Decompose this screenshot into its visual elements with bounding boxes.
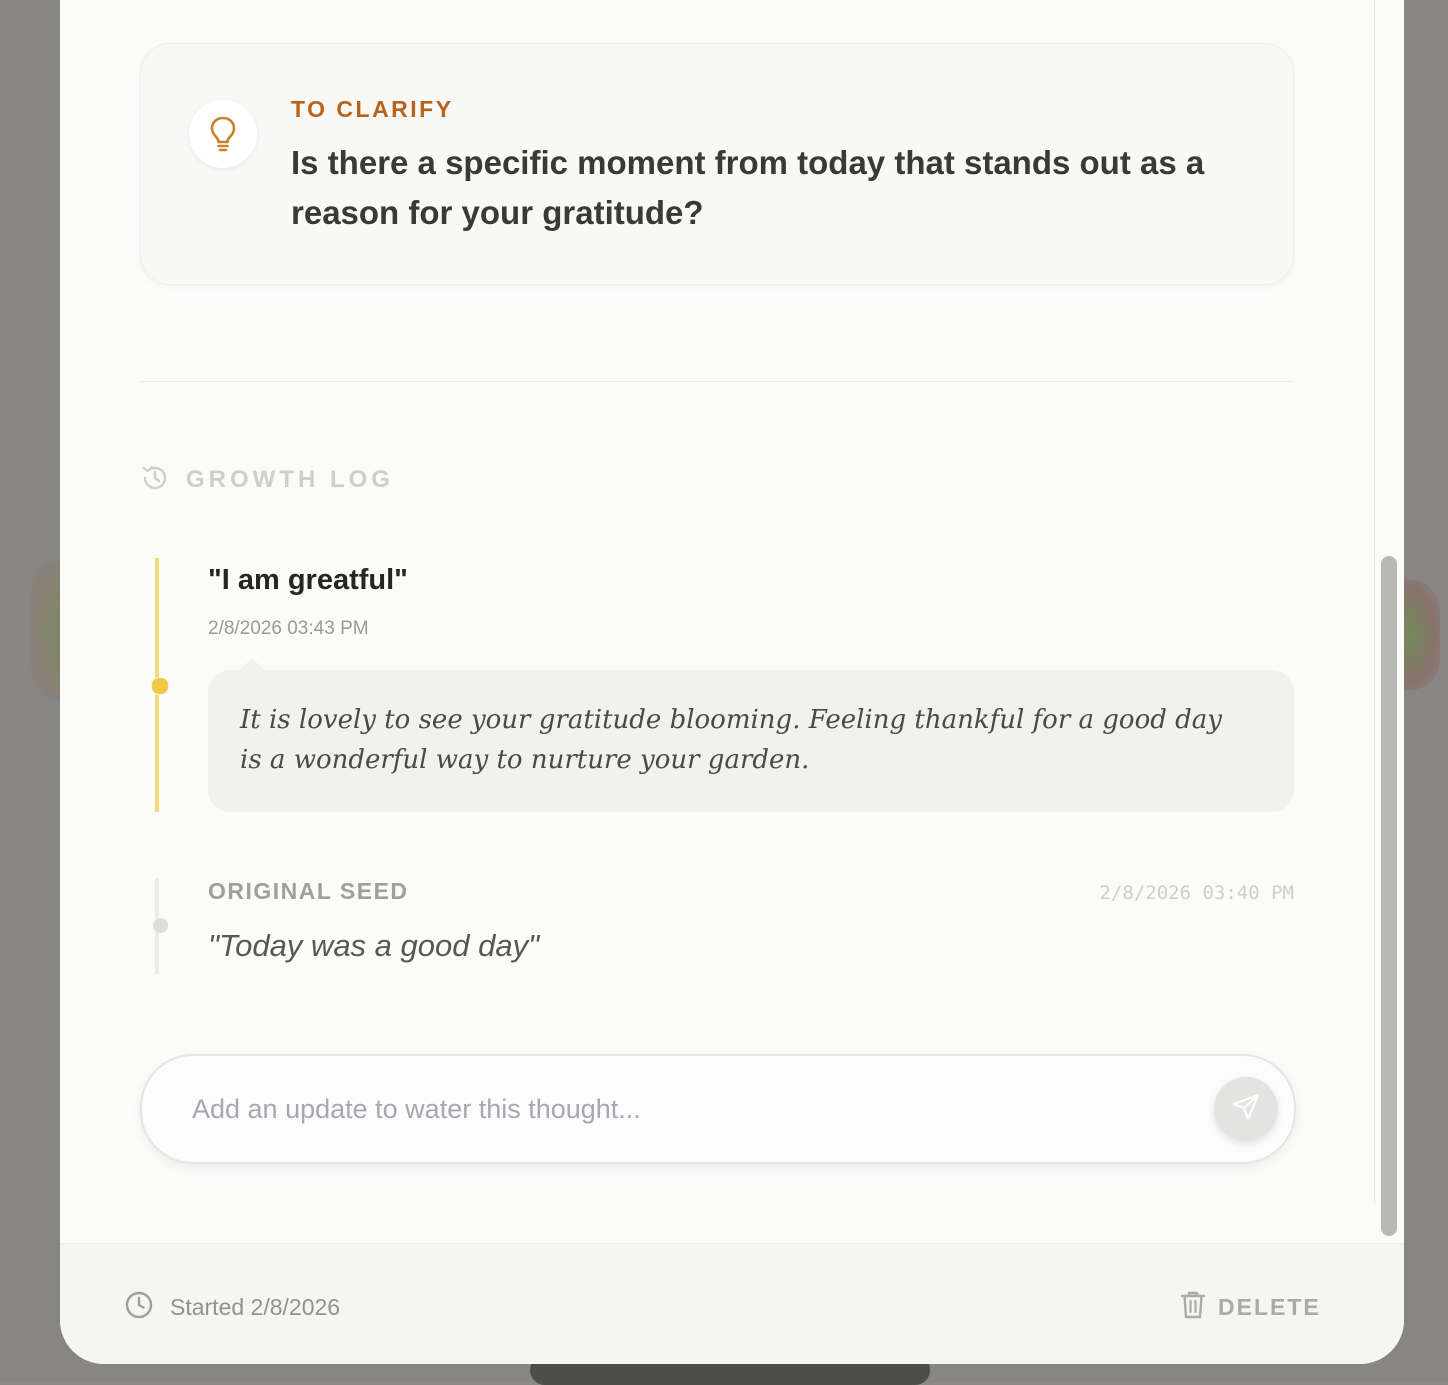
- growth-log-title: GROWTH LOG: [186, 466, 394, 493]
- timeline-dot-update: [151, 677, 169, 695]
- log-entry-reply-text: It is lovely to see your gratitude bloom…: [240, 705, 1222, 775]
- send-icon: [1230, 1091, 1262, 1127]
- log-entry-date: 2/8/2026 03:43 PM: [208, 618, 369, 639]
- growth-log-header: GROWTH LOG: [140, 462, 394, 498]
- delete-button[interactable]: DELETE: [1180, 1290, 1321, 1324]
- modal-footer: Started 2/8/2026 DELETE: [60, 1243, 1404, 1364]
- trash-icon: [1180, 1290, 1206, 1324]
- reply-bubble-notch: [240, 658, 264, 670]
- update-input-container: [140, 1054, 1296, 1164]
- history-icon: [140, 463, 170, 497]
- section-divider: [140, 381, 1294, 382]
- scrollbar-thumb[interactable]: [1381, 556, 1397, 1236]
- clarify-label: TO CLARIFY: [291, 96, 454, 122]
- original-seed-date: 2/8/2026 03:40 PM: [1099, 882, 1294, 904]
- log-entry-reply: It is lovely to see your gratitude bloom…: [208, 670, 1294, 812]
- timeline-dot-seed: [153, 918, 168, 933]
- clarify-question: Is there a specific moment from today th…: [291, 144, 1205, 231]
- started-date: Started 2/8/2026: [170, 1293, 341, 1320]
- update-input[interactable]: [190, 1086, 1174, 1132]
- started-info: Started 2/8/2026: [124, 1290, 340, 1324]
- thought-detail-modal: TO CLARIFY Is there a specific moment fr…: [60, 0, 1404, 1364]
- log-entry-title: "I am greatful": [208, 564, 408, 596]
- clarify-card: TO CLARIFY Is there a specific moment fr…: [140, 43, 1294, 285]
- lightbulb-icon: [189, 100, 257, 168]
- scroll-divider: [1374, 0, 1375, 1203]
- delete-label: DELETE: [1218, 1293, 1321, 1320]
- original-seed-text: "Today was a good day": [208, 928, 540, 963]
- original-seed-label: ORIGINAL SEED: [208, 878, 409, 904]
- clock-icon: [124, 1290, 154, 1324]
- send-button[interactable]: [1214, 1077, 1278, 1141]
